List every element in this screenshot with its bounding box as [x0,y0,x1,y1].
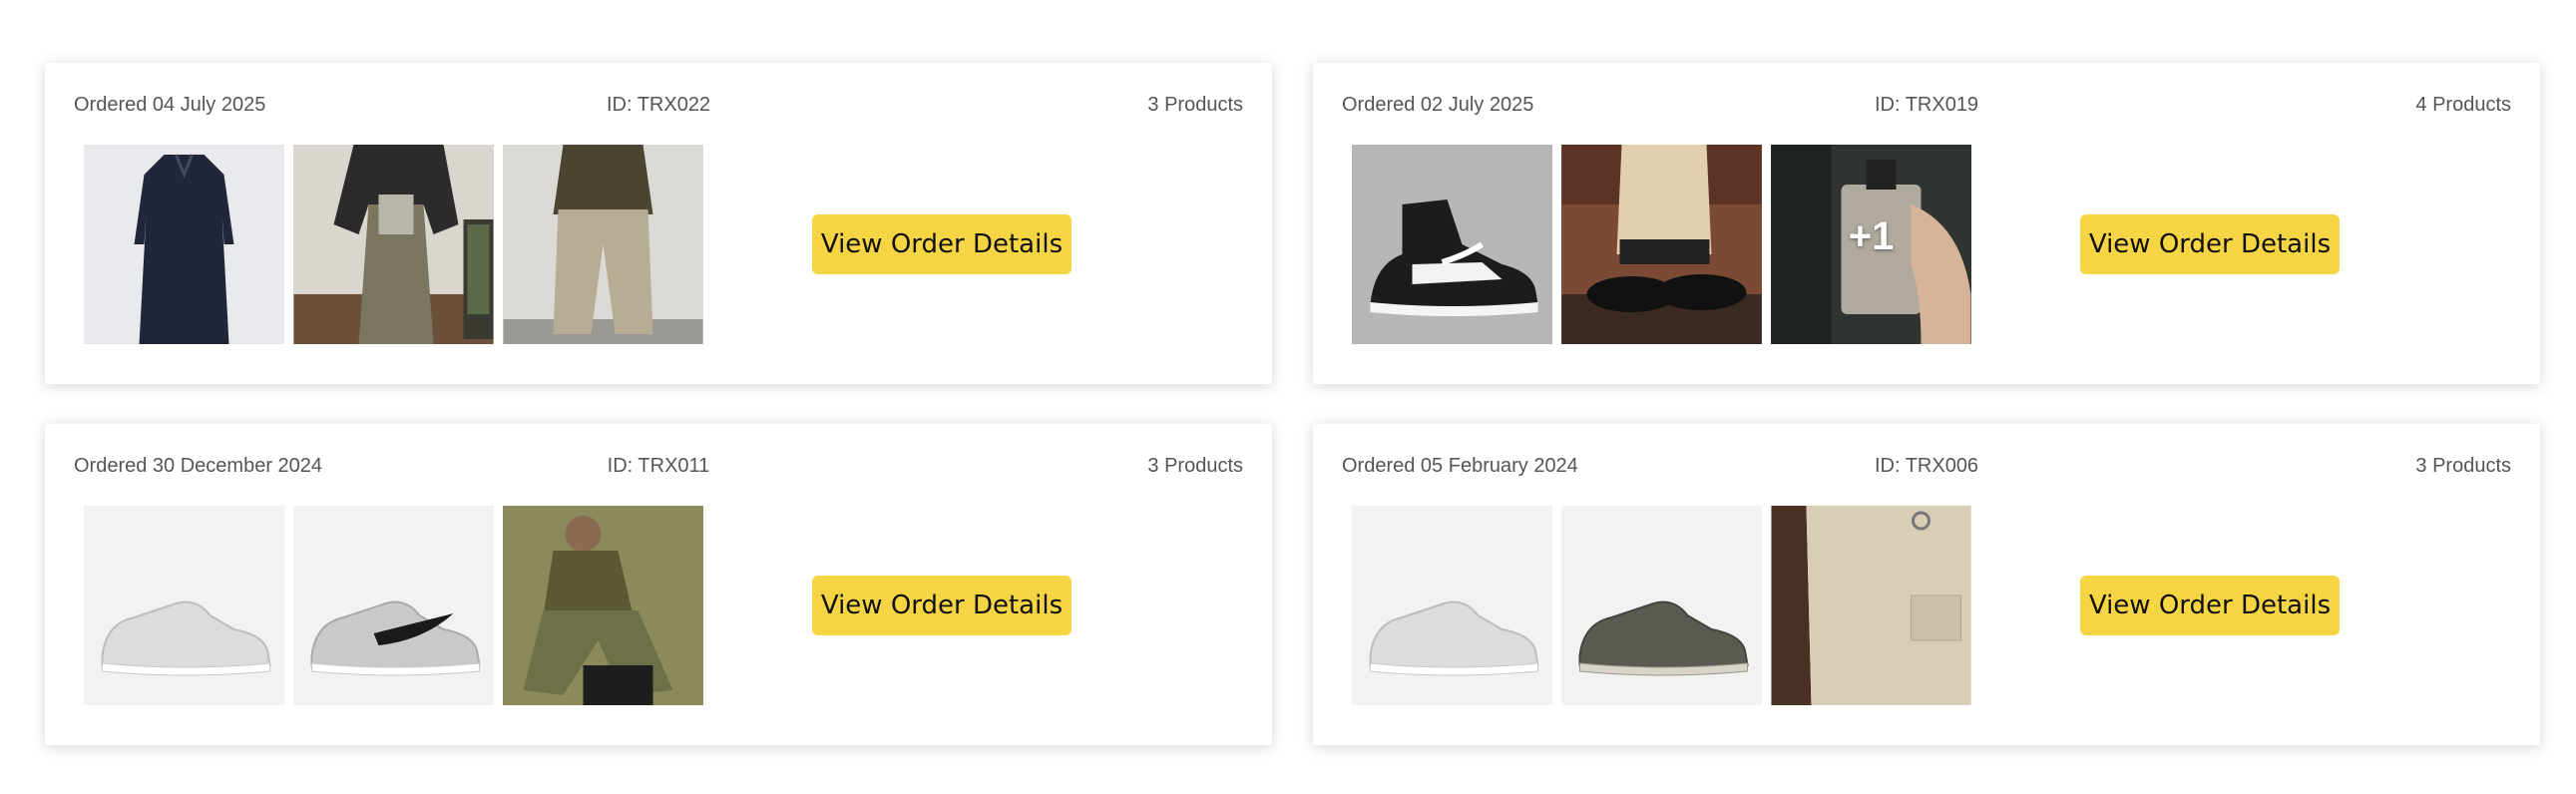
more-products-badge: +1 [1848,214,1895,258]
product-count: 3 Products [1147,455,1243,477]
product-count: 3 Products [2415,455,2511,477]
order-id: ID: TRX019 [1874,94,1979,116]
view-order-details-button[interactable]: View Order Details [812,214,1072,274]
orders-grid: Ordered 04 July 2025 ID: TRX022 3 Produc… [45,63,2540,745]
view-order-details-button[interactable]: View Order Details [2080,214,2340,274]
product-thumbnails [84,506,703,705]
view-order-details-button[interactable]: View Order Details [2080,576,2340,635]
black-loafers-image [1561,145,1762,344]
product-thumbnails: +1 [1352,145,1971,344]
order-card: Ordered 30 December 2024 ID: TRX011 3 Pr… [45,424,1272,745]
black-white-sneaker-image [1352,145,1552,344]
product-count: 4 Products [2415,94,2511,116]
order-card: Ordered 04 July 2025 ID: TRX022 3 Produc… [45,63,1272,384]
order-id: ID: TRX022 [606,94,711,116]
white-sneaker-image [1352,506,1552,705]
product-count: 3 Products [1147,94,1243,116]
grey-sneaker-image [293,506,494,705]
dark-grey-sneaker-image [1561,506,1762,705]
order-card: Ordered 02 July 2025 ID: TRX019 4 Produc… [1313,63,2540,384]
product-thumbnails [84,145,703,344]
order-id: ID: TRX011 [607,455,710,477]
layered-outfit-image [293,145,494,344]
navy-shirt-dress-image [84,145,284,344]
olive-outfit-image [503,506,703,705]
perfume-bottle-image: +1 [1771,145,1971,344]
product-thumbnails [1352,506,1971,705]
khaki-trousers-image [503,145,703,344]
cargo-shorts-image [1771,506,1971,705]
order-id: ID: TRX006 [1874,455,1979,477]
order-card: Ordered 05 February 2024 ID: TRX006 3 Pr… [1313,424,2540,745]
white-sneaker-image [84,506,284,705]
view-order-details-button[interactable]: View Order Details [812,576,1072,635]
